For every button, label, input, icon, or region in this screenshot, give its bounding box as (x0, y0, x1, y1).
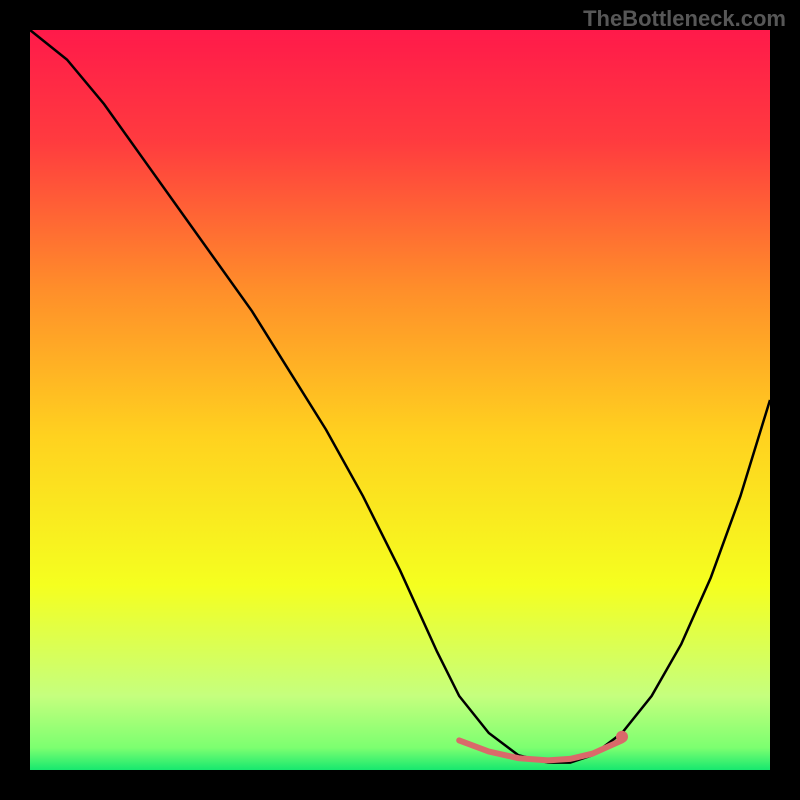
chart-container: TheBottleneck.com (0, 0, 800, 800)
chart-svg (30, 30, 770, 770)
watermark-text: TheBottleneck.com (583, 6, 786, 32)
plot-area (30, 30, 770, 770)
marker-point (616, 731, 628, 743)
gradient-background (30, 30, 770, 770)
